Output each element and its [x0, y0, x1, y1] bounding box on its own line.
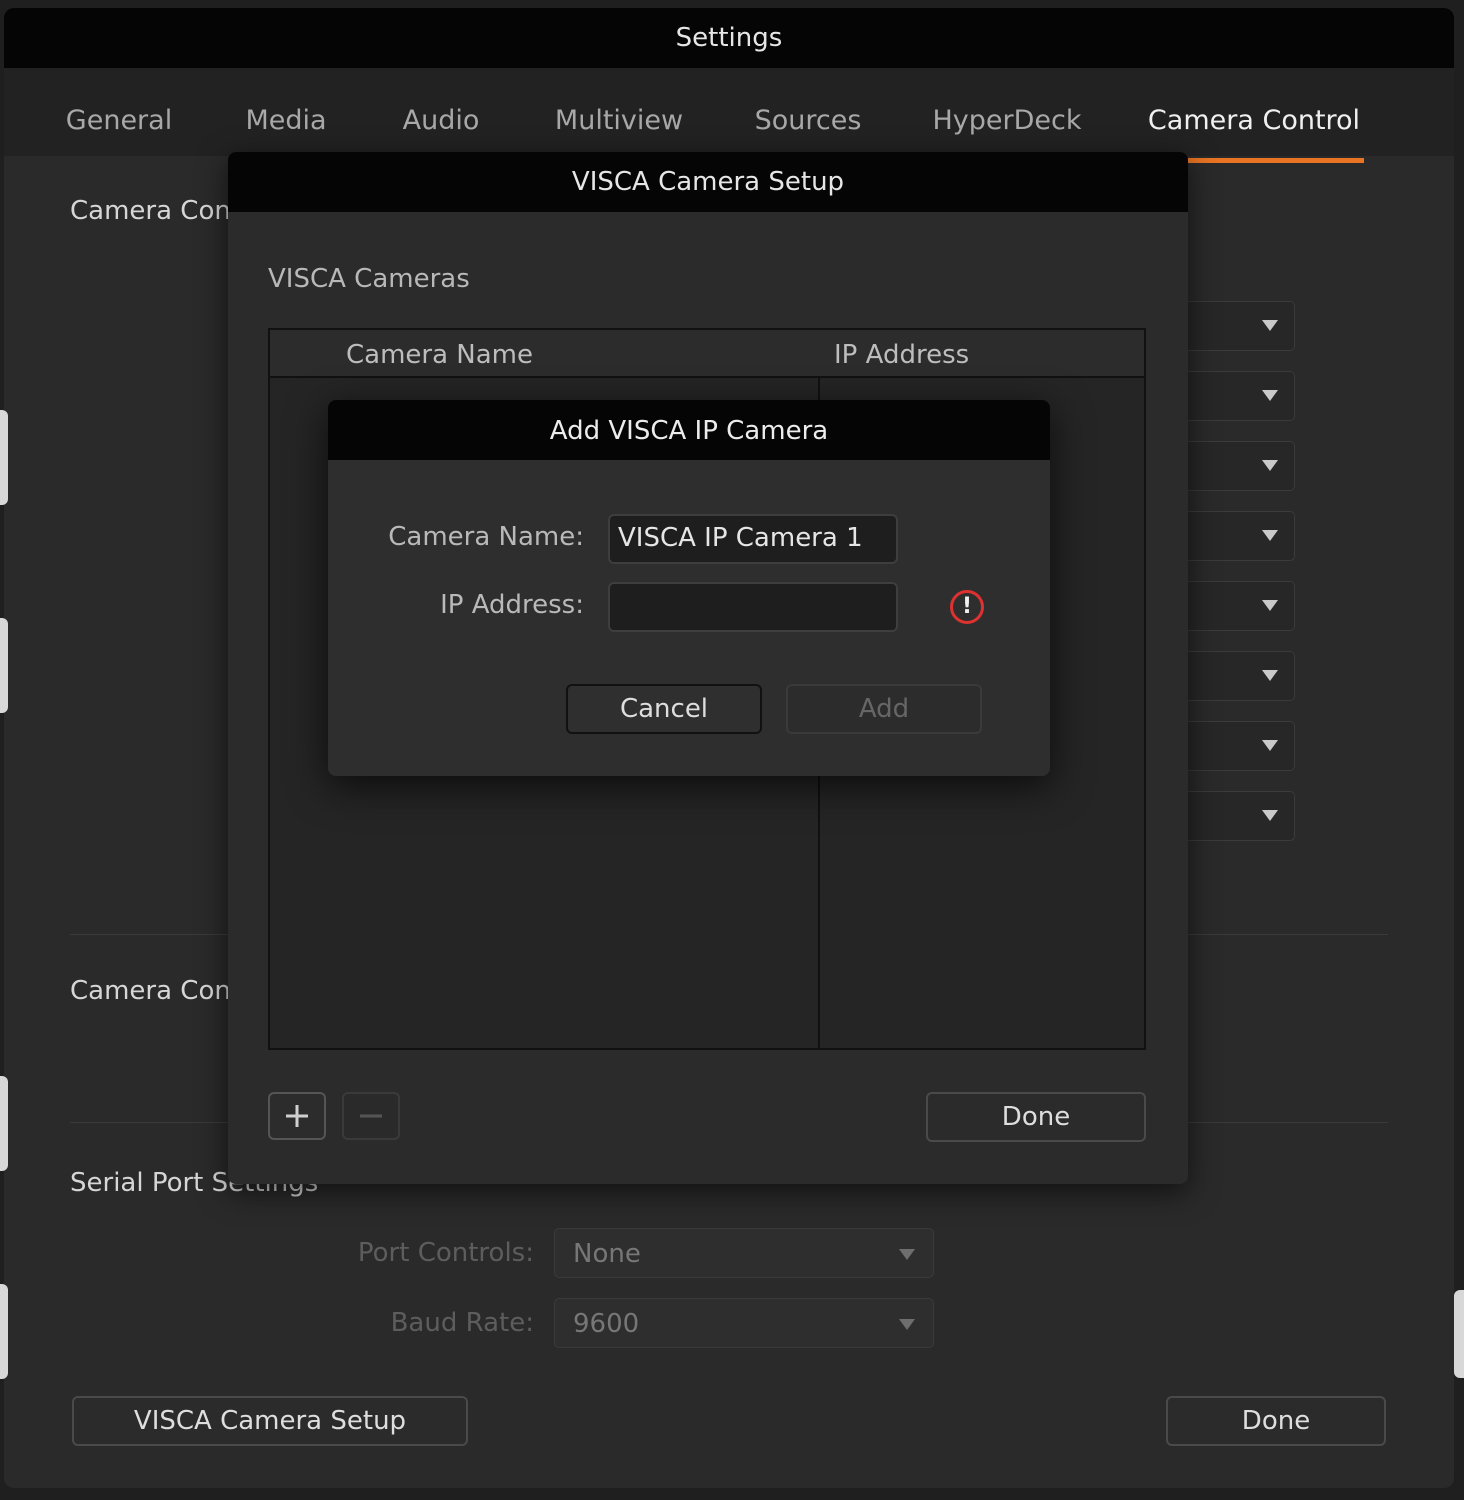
ip-address-field[interactable] — [608, 582, 898, 632]
dropdown-3[interactable] — [1186, 441, 1295, 491]
baud-rate-label: Baud Rate: — [390, 1308, 534, 1338]
tab-bar: General Media Audio Multiview Sources Hy… — [4, 68, 1454, 163]
cancel-button[interactable]: Cancel — [566, 684, 762, 734]
tab-multiview[interactable]: Multiview — [534, 68, 704, 156]
tab-general[interactable]: General — [44, 68, 194, 156]
minus-icon — [360, 1114, 382, 1118]
chevron-down-icon — [1262, 740, 1278, 751]
add-button[interactable]: Add — [786, 684, 982, 734]
column-camera-name[interactable]: Camera Name — [346, 330, 533, 376]
visca-cameras-label: VISCA Cameras — [268, 264, 470, 294]
tab-audio[interactable]: Audio — [384, 68, 498, 156]
dropdown-7[interactable] — [1186, 721, 1295, 771]
chevron-down-icon — [1262, 670, 1278, 681]
visca-dialog-title: VISCA Camera Setup — [571, 167, 845, 197]
visca-dialog-titlebar: VISCA Camera Setup — [228, 152, 1188, 212]
dropdown-2[interactable] — [1186, 371, 1295, 421]
column-ip-address[interactable]: IP Address — [834, 330, 969, 376]
visca-camera-setup-button[interactable]: VISCA Camera Setup — [72, 1396, 468, 1446]
window-title: Settings — [675, 23, 783, 53]
camera-control-section-title-2: Camera Cont — [70, 976, 242, 1006]
baud-rate-select[interactable]: 9600 — [554, 1298, 934, 1348]
dropdown-8[interactable] — [1186, 791, 1295, 841]
edge-thumbnail — [0, 1076, 8, 1171]
chevron-down-icon — [1262, 390, 1278, 401]
plus-icon — [286, 1105, 308, 1127]
port-controls-select[interactable]: None — [554, 1228, 934, 1278]
chevron-down-icon — [1262, 810, 1278, 821]
add-dialog-titlebar: Add VISCA IP Camera — [328, 400, 1050, 460]
active-tab-indicator — [1180, 158, 1364, 163]
chevron-down-icon — [1262, 320, 1278, 331]
add-camera-button[interactable] — [268, 1092, 326, 1140]
port-controls-value: None — [573, 1239, 641, 1269]
table-header: Camera Name IP Address — [270, 330, 1144, 378]
tab-hyperdeck[interactable]: HyperDeck — [914, 68, 1100, 156]
edge-thumbnail — [0, 410, 8, 505]
chevron-down-icon — [899, 1319, 915, 1330]
visca-done-button[interactable]: Done — [926, 1092, 1146, 1142]
edge-thumbnail — [0, 618, 8, 713]
dropdown-5[interactable] — [1186, 581, 1295, 631]
tab-media[interactable]: Media — [224, 68, 348, 156]
settings-titlebar: Settings — [4, 8, 1454, 68]
chevron-down-icon — [1262, 600, 1278, 611]
tab-sources[interactable]: Sources — [738, 68, 878, 156]
chevron-down-icon — [899, 1249, 915, 1260]
edge-thumbnail — [0, 1284, 8, 1379]
warning-icon: ! — [950, 590, 984, 624]
camera-control-section-title: Camera Cont — [70, 196, 242, 226]
remove-camera-button[interactable] — [342, 1092, 400, 1140]
add-dialog-title: Add VISCA IP Camera — [549, 416, 829, 446]
dropdown-1[interactable] — [1186, 301, 1295, 351]
ip-address-label: IP Address: — [440, 590, 584, 620]
baud-rate-value: 9600 — [573, 1309, 640, 1339]
camera-name-field[interactable]: VISCA IP Camera 1 — [608, 514, 898, 564]
tab-camera-control[interactable]: Camera Control — [1144, 68, 1364, 156]
add-visca-ip-camera-dialog: Add VISCA IP Camera Camera Name: VISCA I… — [328, 400, 1050, 776]
camera-name-label: Camera Name: — [388, 522, 584, 552]
dropdown-6[interactable] — [1186, 651, 1295, 701]
port-controls-label: Port Controls: — [357, 1238, 534, 1268]
dropdown-4[interactable] — [1186, 511, 1295, 561]
edge-thumbnail — [1454, 1290, 1464, 1378]
settings-done-button[interactable]: Done — [1166, 1396, 1386, 1446]
chevron-down-icon — [1262, 530, 1278, 541]
chevron-down-icon — [1262, 460, 1278, 471]
